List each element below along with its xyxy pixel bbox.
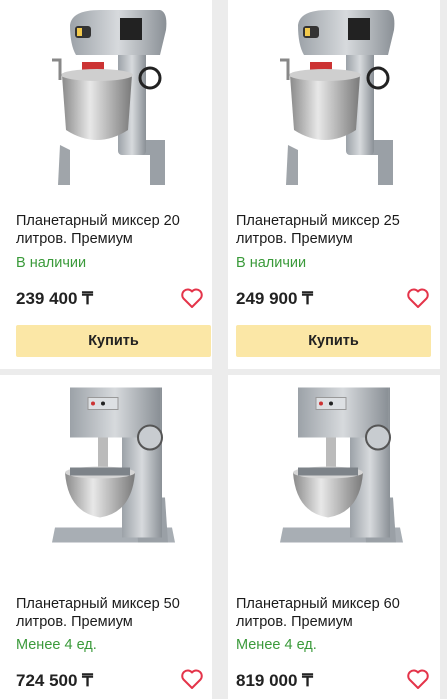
product-price: 724 500 ₸ xyxy=(16,671,93,690)
buy-button[interactable]: Купить xyxy=(16,325,211,357)
product-price: 819 000 ₸ xyxy=(236,671,313,690)
product-title[interactable]: Планетарный миксер 20 литров. Премиум xyxy=(16,212,206,248)
product-card[interactable]: Планетарный миксер 20 литров. Премиум В … xyxy=(0,0,212,369)
buy-button[interactable]: Купить xyxy=(236,325,431,357)
product-grid: Планетарный миксер 20 литров. Премиум В … xyxy=(0,0,447,699)
product-image[interactable] xyxy=(228,375,440,580)
product-card[interactable]: Планетарный миксер 25 литров. Премиум В … xyxy=(228,0,440,369)
product-price: 239 400 ₸ xyxy=(16,289,93,308)
product-title[interactable]: Планетарный миксер 60 литров. Премиум xyxy=(236,595,426,631)
favorite-heart-icon[interactable] xyxy=(406,668,430,690)
favorite-heart-icon[interactable] xyxy=(180,668,204,690)
product-image[interactable] xyxy=(228,0,440,200)
product-price: 249 900 ₸ xyxy=(236,289,313,308)
product-card[interactable]: Планетарный миксер 60 литров. Премиум Ме… xyxy=(228,375,440,699)
product-image[interactable] xyxy=(0,0,212,200)
stock-status: Менее 4 ед. xyxy=(16,637,97,653)
product-title[interactable]: Планетарный миксер 25 литров. Премиум xyxy=(236,212,426,248)
product-title[interactable]: Планетарный миксер 50 литров. Премиум xyxy=(16,595,206,631)
product-image[interactable] xyxy=(0,375,212,580)
favorite-heart-icon[interactable] xyxy=(180,287,204,309)
product-card[interactable]: Планетарный миксер 50 литров. Премиум Ме… xyxy=(0,375,212,699)
favorite-heart-icon[interactable] xyxy=(406,287,430,309)
stock-status: В наличии xyxy=(16,255,87,271)
stock-status: В наличии xyxy=(236,255,307,271)
stock-status: Менее 4 ед. xyxy=(236,637,317,653)
